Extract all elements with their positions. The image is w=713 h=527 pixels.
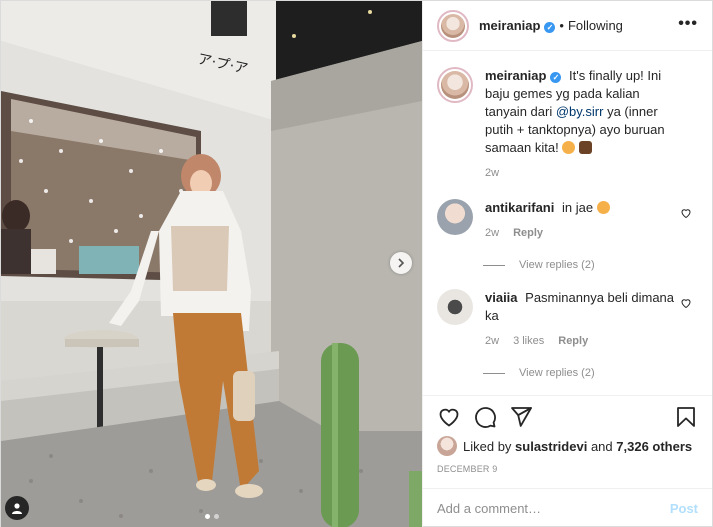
verified-badge-icon: ✓ — [544, 22, 556, 33]
comments-list: meiraniap ✓ It's finally up! Ini baju gem… — [423, 51, 712, 395]
likes-connector: and — [590, 438, 613, 454]
add-comment-bar: Post — [423, 488, 712, 527]
liker-avatar[interactable] — [437, 436, 457, 456]
post-actions: Liked by sulastridevi and 7,326 others D… — [423, 395, 712, 474]
comment-item: antikarifani in jae 2w Reply — [437, 199, 698, 239]
post-comment-button[interactable]: Post — [670, 501, 698, 516]
bookmark-icon[interactable] — [674, 405, 698, 429]
comment-avatar[interactable] — [437, 199, 473, 235]
view-replies-label[interactable]: View replies (2) — [519, 259, 595, 271]
likes-others-count[interactable]: 7,326 others — [616, 439, 692, 454]
replies-divider — [483, 264, 505, 266]
comment-avatar[interactable] — [437, 289, 473, 325]
comment-body: antikarifani in jae 2w Reply — [485, 199, 698, 239]
comment-body: viaiia Pasminannya beli dimana ka 2w 3 l… — [485, 289, 698, 347]
heart-eyes-emoji-icon — [596, 201, 610, 214]
carousel-indicator — [1, 514, 422, 519]
chevron-right-icon — [398, 258, 405, 268]
post-details-panel: meiraniap ✓ • Following ••• meiraniap ✓ It… — [422, 1, 712, 527]
caption-meta: 2w — [485, 167, 676, 179]
smiling-face-hearts-emoji-icon — [562, 141, 576, 154]
comment-meta: 2w Reply — [485, 227, 676, 239]
photo-scene: ア·プ·ア — [1, 1, 422, 527]
caption: meiraniap ✓ It's finally up! Ini baju gem… — [437, 67, 698, 179]
comment-like-heart-icon[interactable] — [680, 207, 692, 219]
liker-username[interactable]: sulastridevi — [515, 439, 587, 454]
caption-text: meiraniap ✓ It's finally up! Ini baju gem… — [485, 67, 676, 157]
carousel-dot-2 — [213, 514, 219, 519]
comment-text: antikarifani in jae — [485, 199, 676, 217]
comment-text: viaiia Pasminannya beli dimana ka — [485, 289, 676, 325]
author-username-text[interactable]: meiraniap — [479, 18, 540, 33]
comment-icon[interactable] — [473, 405, 497, 429]
comment-content: in jae — [561, 200, 594, 215]
caption-body: meiraniap ✓ It's finally up! Ini baju gem… — [485, 67, 698, 179]
follow-separator: • — [559, 18, 564, 33]
post-photo[interactable]: ア·プ·ア — [1, 1, 422, 527]
comment-item: viaiia Pasminannya beli dimana ka 2w 3 l… — [437, 289, 698, 347]
reply-button[interactable]: Reply — [513, 227, 543, 239]
paper-plane-icon[interactable] — [509, 405, 533, 429]
comment-likes-count[interactable]: 3 likes — [513, 335, 544, 347]
view-replies-label[interactable]: View replies (2) — [519, 367, 595, 379]
heart-icon[interactable] — [437, 405, 461, 429]
action-icons — [437, 402, 698, 432]
add-comment-input[interactable] — [437, 501, 670, 516]
comment-time[interactable]: 2w — [485, 335, 499, 347]
caption-mention-link[interactable]: @by.sirr — [556, 104, 604, 119]
caption-username-text[interactable]: meiraniap — [485, 68, 546, 83]
brown-heart-emoji-icon — [578, 141, 592, 154]
caption-time[interactable]: 2w — [485, 167, 499, 179]
author-avatar[interactable] — [437, 9, 469, 42]
comment-username[interactable]: viaiia — [485, 290, 518, 305]
replies-divider — [483, 372, 505, 374]
following-button[interactable]: Following — [568, 18, 623, 33]
user-tag-icon — [12, 503, 22, 514]
view-replies-button[interactable]: View replies (2) — [483, 367, 698, 379]
likes-prefix: Liked by — [463, 438, 512, 454]
carousel-next-button[interactable] — [390, 252, 412, 274]
comment-username[interactable]: antikarifani — [485, 200, 554, 215]
caption-avatar[interactable] — [437, 67, 473, 103]
post-header: meiraniap ✓ • Following ••• — [423, 1, 712, 51]
reply-button[interactable]: Reply — [558, 335, 588, 347]
author-username[interactable]: meiraniap ✓ — [479, 18, 556, 33]
post-modal: ア·プ·ア meiraniap ✓ • Following ••• meiran… — [0, 0, 713, 527]
more-options-icon[interactable]: ••• — [678, 16, 698, 32]
carousel-dot-1 — [204, 514, 210, 519]
comment-meta: 2w 3 likes Reply — [485, 335, 676, 347]
view-replies-button[interactable]: View replies (2) — [483, 259, 698, 271]
post-date[interactable]: DECEMBER 9 — [437, 464, 698, 474]
likes-summary: Liked by sulastridevi and 7,326 others — [437, 436, 698, 456]
caption-username[interactable]: meiraniap ✓ — [485, 68, 562, 83]
verified-badge-icon: ✓ — [550, 72, 562, 83]
comment-like-heart-icon[interactable] — [680, 297, 692, 309]
comment-time[interactable]: 2w — [485, 227, 499, 239]
